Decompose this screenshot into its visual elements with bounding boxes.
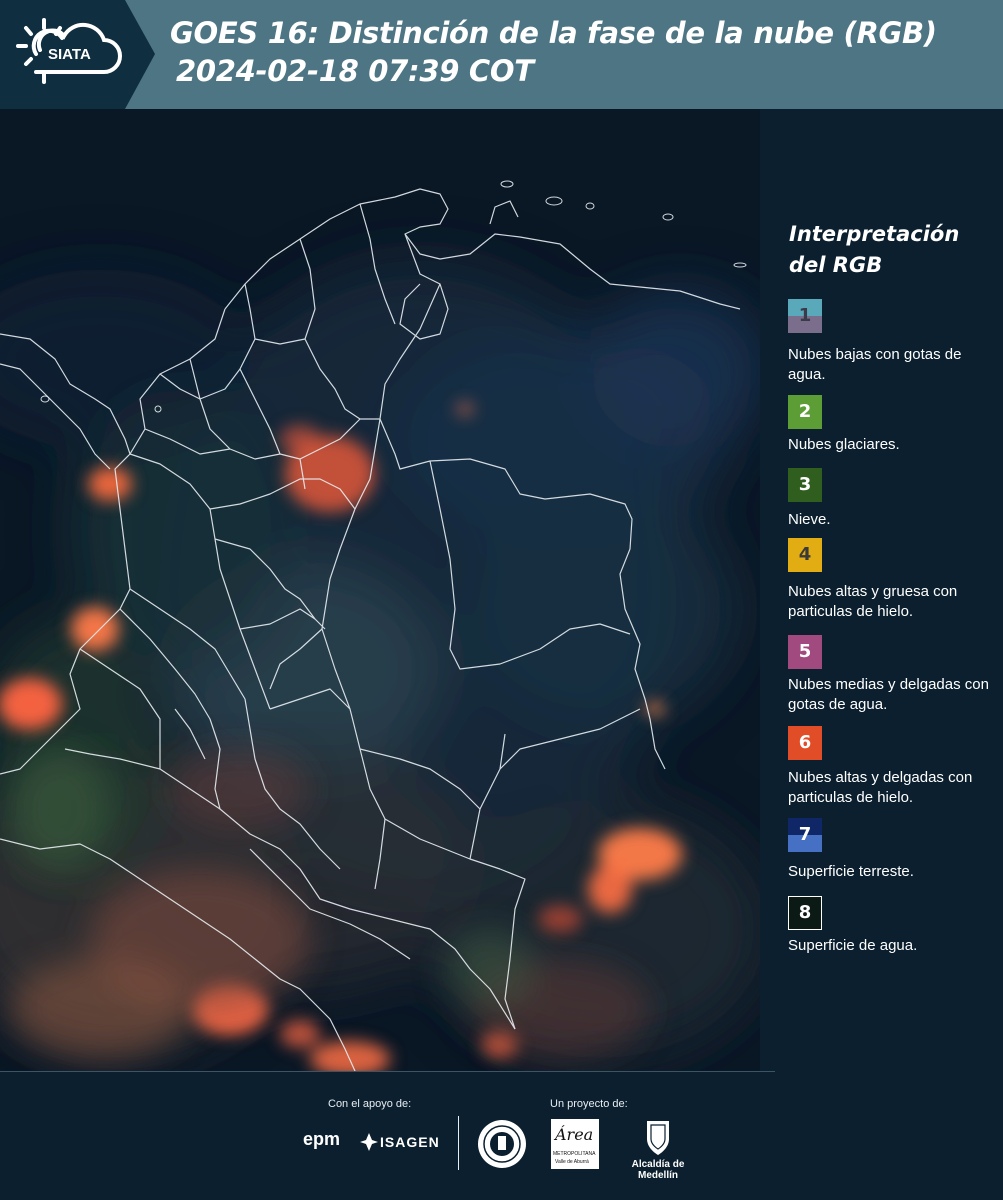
legend-panel: Interpretación del RGB 1 Nubes bajas con…	[760, 109, 1003, 1071]
title-line-2: 2024-02-18 07:39 COT	[176, 54, 534, 88]
legend-label-1: Nubes bajas con gotas de agua.	[788, 346, 962, 383]
legend-label-6: Nubes altas y delgadas con particulas de…	[788, 769, 973, 806]
legend-title-line-1: Interpretación	[789, 222, 960, 246]
siata-logo: SIATA	[14, 14, 126, 94]
legend-label-3: Nieve.	[788, 511, 831, 528]
legend-swatch-4: 4	[788, 538, 822, 572]
isagen-wordmark: ISAGEN	[380, 1134, 440, 1150]
legend-label-5: Nubes medias y delgadas con gotas de agu…	[788, 676, 989, 713]
epm-logo: epm	[303, 1129, 341, 1149]
legend-swatch-5: 5	[788, 635, 822, 669]
area-metropolitana-logo: Área METROPOLITANA Valle de Aburrá	[551, 1119, 599, 1169]
university-seal-logo	[477, 1119, 527, 1169]
footer-divider	[458, 1116, 459, 1170]
legend-swatch-8: 8	[788, 896, 822, 930]
legend-swatch-3: 3	[788, 468, 822, 502]
legend-label-8: Superficie de agua.	[788, 937, 918, 954]
legend-title-line-2: del RGB	[789, 253, 883, 277]
satellite-map	[0, 109, 760, 1071]
alcaldia-logo: Alcaldía de Medellín	[612, 1117, 704, 1181]
alcaldia-wordmark: Alcaldía de Medellín	[631, 1159, 685, 1181]
page-title: GOES 16: Distinción de la fase de la nub…	[170, 14, 937, 90]
title-line-1: GOES 16: Distinción de la fase de la nub…	[170, 16, 937, 50]
isagen-logo: ISAGEN	[360, 1133, 440, 1153]
isagen-mark-icon	[360, 1133, 378, 1151]
legend-title: Interpretación del RGB	[789, 219, 959, 281]
legend-swatch-6: 6	[788, 726, 822, 760]
footer: Con el apoyo de: Un proyecto de: epm ISA…	[0, 1071, 1003, 1200]
project-label: Un proyecto de:	[550, 1098, 628, 1110]
siata-wordmark: SIATA	[48, 46, 91, 63]
legend-label-4: Nubes altas y gruesa con particulas de h…	[788, 583, 958, 620]
legend-swatch-2: 2	[788, 395, 822, 429]
area-logo-sub2: Valle de Aburrá	[555, 1159, 589, 1165]
legend-label-2: Nubes glaciares.	[788, 436, 900, 453]
header-bar: SIATA GOES 16: Distinción de la fase de …	[0, 0, 1003, 109]
support-label: Con el apoyo de:	[328, 1098, 412, 1110]
legend-label-7: Superficie terreste.	[788, 863, 914, 880]
area-logo-main: Área	[555, 1125, 594, 1144]
coat-of-arms-icon	[647, 1121, 669, 1155]
legend-swatch-7: 7	[788, 818, 822, 852]
rgb-composite-image	[0, 109, 760, 1071]
area-logo-sub1: METROPOLITANA	[553, 1151, 596, 1157]
footer-divider-top	[0, 1071, 775, 1072]
legend-swatch-1: 1	[788, 299, 822, 333]
